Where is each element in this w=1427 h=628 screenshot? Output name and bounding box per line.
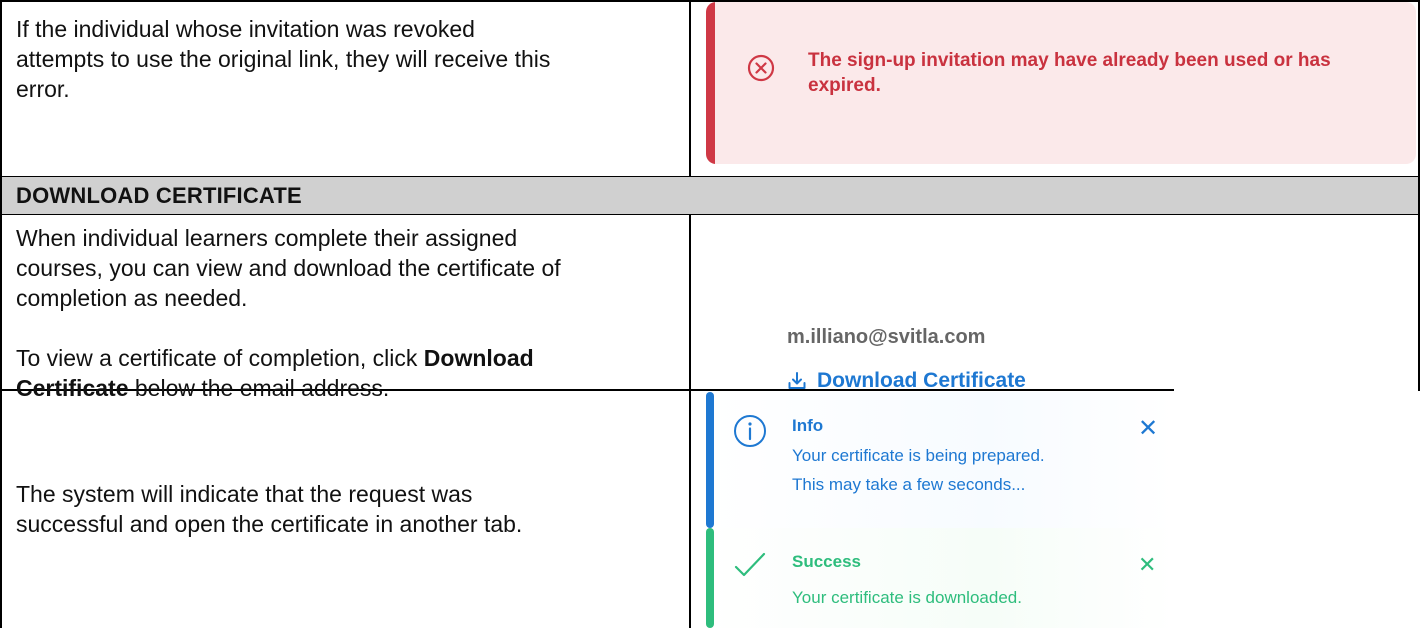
text-line: attempts to use the original link, they … (16, 46, 551, 72)
instruction-bold: Certificate (16, 375, 129, 401)
error-message-line: The sign-up invitation may have already … (808, 50, 1331, 71)
success-message-line: Your certificate is downloaded. (792, 588, 1022, 607)
info-toast: Info Your certificate is being prepared.… (706, 392, 1174, 528)
info-message-line: Your certificate is being prepared. (792, 446, 1045, 465)
close-icon[interactable]: ✕ (1138, 552, 1156, 578)
text-line: When individual learners complete their … (16, 225, 518, 251)
error-accent-bar (706, 2, 715, 164)
info-message-line: This may take a few seconds... (792, 475, 1026, 494)
column-divider-middle (689, 214, 691, 628)
notify-description: The system will indicate that the reques… (16, 479, 522, 539)
text-line: error. (16, 76, 70, 102)
success-toast: Success Your certificate is downloaded. … (706, 528, 1174, 628)
download-certificate-link[interactable]: Download Certificate (787, 369, 1026, 393)
success-title: Success (792, 552, 861, 571)
circle-x-icon (747, 54, 775, 82)
instruction-text: below the email address. (128, 375, 390, 401)
error-toast: The sign-up invitation may have already … (706, 2, 1416, 164)
text-line: successful and open the certificate in a… (16, 511, 523, 537)
text-line: The system will indicate that the reques… (16, 481, 473, 507)
info-circle-icon (734, 415, 766, 447)
table-left-border (0, 0, 2, 628)
section-title: DOWNLOAD CERTIFICATE (16, 183, 302, 208)
document-table: If the individual whose invitation was r… (0, 0, 1420, 628)
instruction-line: Certificate below the email address. (16, 373, 561, 403)
download-description: When individual learners complete their … (16, 223, 561, 403)
instruction-bold: Download (423, 345, 534, 371)
info-accent-bar (706, 392, 714, 528)
column-divider-top (689, 0, 691, 177)
success-accent-bar (706, 528, 714, 628)
text-line: courses, you can view and download the c… (16, 255, 561, 281)
instruction-text: To view a certificate of completion, cli… (16, 345, 424, 371)
error-message: The sign-up invitation may have already … (808, 48, 1368, 98)
learner-email: m.illiano@svitla.com (787, 326, 986, 348)
checkmark-icon (734, 552, 766, 577)
text-line: If the individual whose invitation was r… (16, 16, 475, 42)
text-line: completion as needed. (16, 285, 248, 311)
section-header: DOWNLOAD CERTIFICATE (2, 177, 1418, 214)
download-certificate-label: Download Certificate (817, 369, 1026, 392)
instruction-line: To view a certificate of completion, cli… (16, 343, 561, 373)
table-right-border (1418, 0, 1420, 391)
error-message-line: expired. (808, 75, 881, 96)
revoked-description: If the individual whose invitation was r… (16, 14, 550, 104)
info-title: Info (792, 416, 824, 435)
close-icon[interactable]: ✕ (1138, 414, 1158, 443)
download-icon (788, 372, 806, 389)
